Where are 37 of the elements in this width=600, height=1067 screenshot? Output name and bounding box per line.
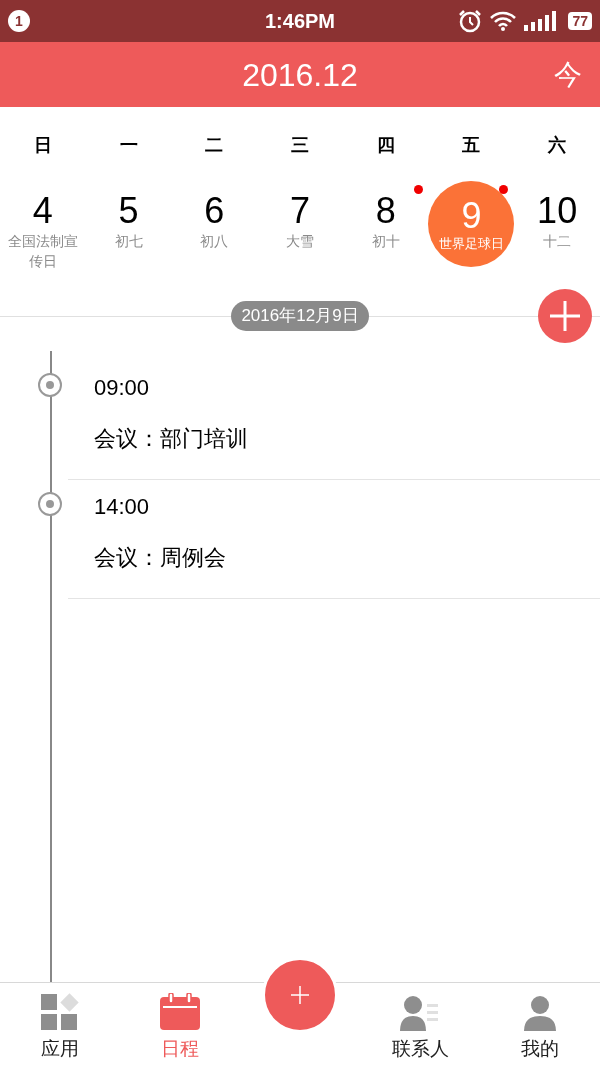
event-title: 会议：部门培训 — [94, 425, 249, 453]
grid-icon — [40, 992, 80, 1031]
nav-tab[interactable]: 我的 — [480, 983, 600, 1067]
nav-tab[interactable]: 联系人 — [360, 983, 480, 1067]
calendar-day[interactable]: 4 全国法制宣传日 — [0, 181, 86, 271]
calendar-icon — [159, 992, 201, 1031]
person-icon — [524, 994, 556, 1031]
weekday-label: 五 — [461, 134, 482, 157]
contact-list-icon — [400, 994, 440, 1031]
weekday-label: 六 — [546, 134, 568, 157]
calendar-day[interactable]: 7 大雪 — [257, 181, 343, 251]
calendar-day[interactable]: 6 初八 — [171, 181, 258, 251]
notification-count: 1 — [8, 10, 30, 32]
weekday-label: 一 — [118, 134, 139, 157]
weekday-label: 三 — [290, 134, 310, 157]
weekday-label: 日 — [32, 134, 53, 157]
signal-icon — [524, 11, 557, 31]
calendar-day[interactable]: 10 十二 — [514, 181, 600, 251]
plus-icon — [550, 301, 580, 331]
alarm-icon — [458, 9, 483, 33]
event-time: 14:00 — [94, 493, 151, 521]
wifi-icon — [490, 11, 517, 31]
calendar-day[interactable]: 5 初七 — [85, 181, 172, 251]
status-time: 1:46PM — [265, 9, 335, 34]
date-pill: 2016年12月9日 — [231, 301, 369, 331]
timeline-node-icon — [37, 372, 63, 398]
battery-level: 77 — [568, 12, 592, 30]
event-title: 会议：周例会 — [94, 544, 227, 572]
nav-tab[interactable]: 应用 — [0, 983, 120, 1067]
calendar-day[interactable]: 8 初十 — [342, 181, 429, 251]
weekday-label: 二 — [204, 134, 225, 157]
event-time: 09:00 — [94, 374, 151, 402]
timeline-node-icon — [37, 491, 63, 517]
month-title: 2016.12 — [242, 55, 358, 95]
add-button[interactable] — [538, 289, 592, 343]
weekday-label: 四 — [375, 134, 396, 157]
plus-icon — [291, 986, 309, 1004]
